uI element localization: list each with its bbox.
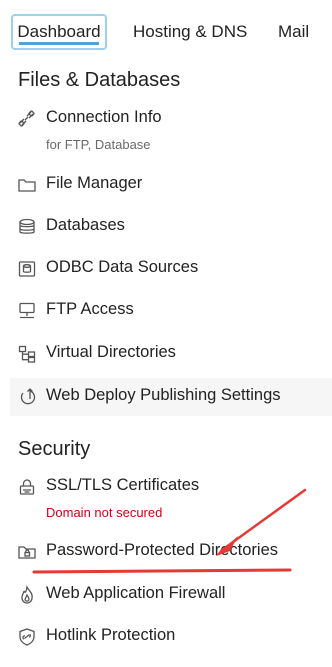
folder-icon <box>17 175 37 195</box>
tab-hosting-dns[interactable]: Hosting & DNS <box>133 14 247 50</box>
item-web-application-firewall[interactable]: Web Application Firewall <box>10 578 332 612</box>
tab-bar: Dashboard Hosting & DNS Mail <box>0 0 332 58</box>
active-tab-indicator <box>19 42 99 45</box>
item-ssl-tls-certificates[interactable]: SSL/TLS Certificates <box>10 470 332 504</box>
item-databases-label: Databases <box>46 216 125 234</box>
hotlink-shield-icon <box>17 627 37 647</box>
item-virtual-directories[interactable]: Virtual Directories <box>10 337 332 371</box>
item-password-protected-label: Password-Protected Directories <box>46 541 278 559</box>
database-icon <box>17 217 37 237</box>
item-hotlink-label: Hotlink Protection <box>46 626 176 644</box>
tab-mail[interactable]: Mail <box>278 14 309 50</box>
tab-dashboard[interactable]: Dashboard <box>11 14 107 50</box>
item-file-manager-label: File Manager <box>46 174 143 192</box>
item-connection-info-label: Connection Info <box>46 108 162 126</box>
annotation-underline <box>32 568 292 574</box>
odbc-icon <box>17 259 37 279</box>
connection-icon <box>17 109 37 129</box>
item-connection-info[interactable]: Connection Info <box>10 102 332 136</box>
ssl-status-not-secured: Domain not secured <box>46 505 163 520</box>
section-title-files-databases: Files & Databases <box>18 69 181 91</box>
tab-mail-label: Mail <box>278 22 310 41</box>
firewall-flame-icon <box>17 585 37 605</box>
item-ssl-label: SSL/TLS Certificates <box>46 476 200 494</box>
item-virtual-directories-label: Virtual Directories <box>46 343 176 361</box>
protected-folder-icon <box>17 542 37 562</box>
web-deploy-icon <box>17 387 37 407</box>
item-password-protected-directories[interactable]: Password-Protected Directories <box>10 535 332 569</box>
section-title-security: Security <box>18 438 91 460</box>
item-file-manager[interactable]: File Manager <box>10 168 332 202</box>
tab-hosting-dns-label: Hosting & DNS <box>133 22 248 41</box>
item-ftp-access[interactable]: FTP Access <box>10 294 332 328</box>
item-web-deploy-publishing-settings[interactable]: Web Deploy Publishing Settings <box>10 380 332 414</box>
connection-info-subtitle: for FTP, Database <box>46 137 151 152</box>
certificate-lock-icon <box>17 477 37 497</box>
item-hotlink-protection[interactable]: Hotlink Protection <box>10 620 332 654</box>
item-waf-label: Web Application Firewall <box>46 584 226 602</box>
item-databases[interactable]: Databases <box>10 210 332 244</box>
item-odbc-data-sources[interactable]: ODBC Data Sources <box>10 252 332 286</box>
item-odbc-label: ODBC Data Sources <box>46 258 199 276</box>
item-ftp-access-label: FTP Access <box>46 300 134 318</box>
tab-dashboard-label: Dashboard <box>17 22 101 41</box>
ftp-icon <box>17 301 37 321</box>
item-web-deploy-label: Web Deploy Publishing Settings <box>46 386 281 404</box>
virtual-directories-icon <box>17 344 37 364</box>
